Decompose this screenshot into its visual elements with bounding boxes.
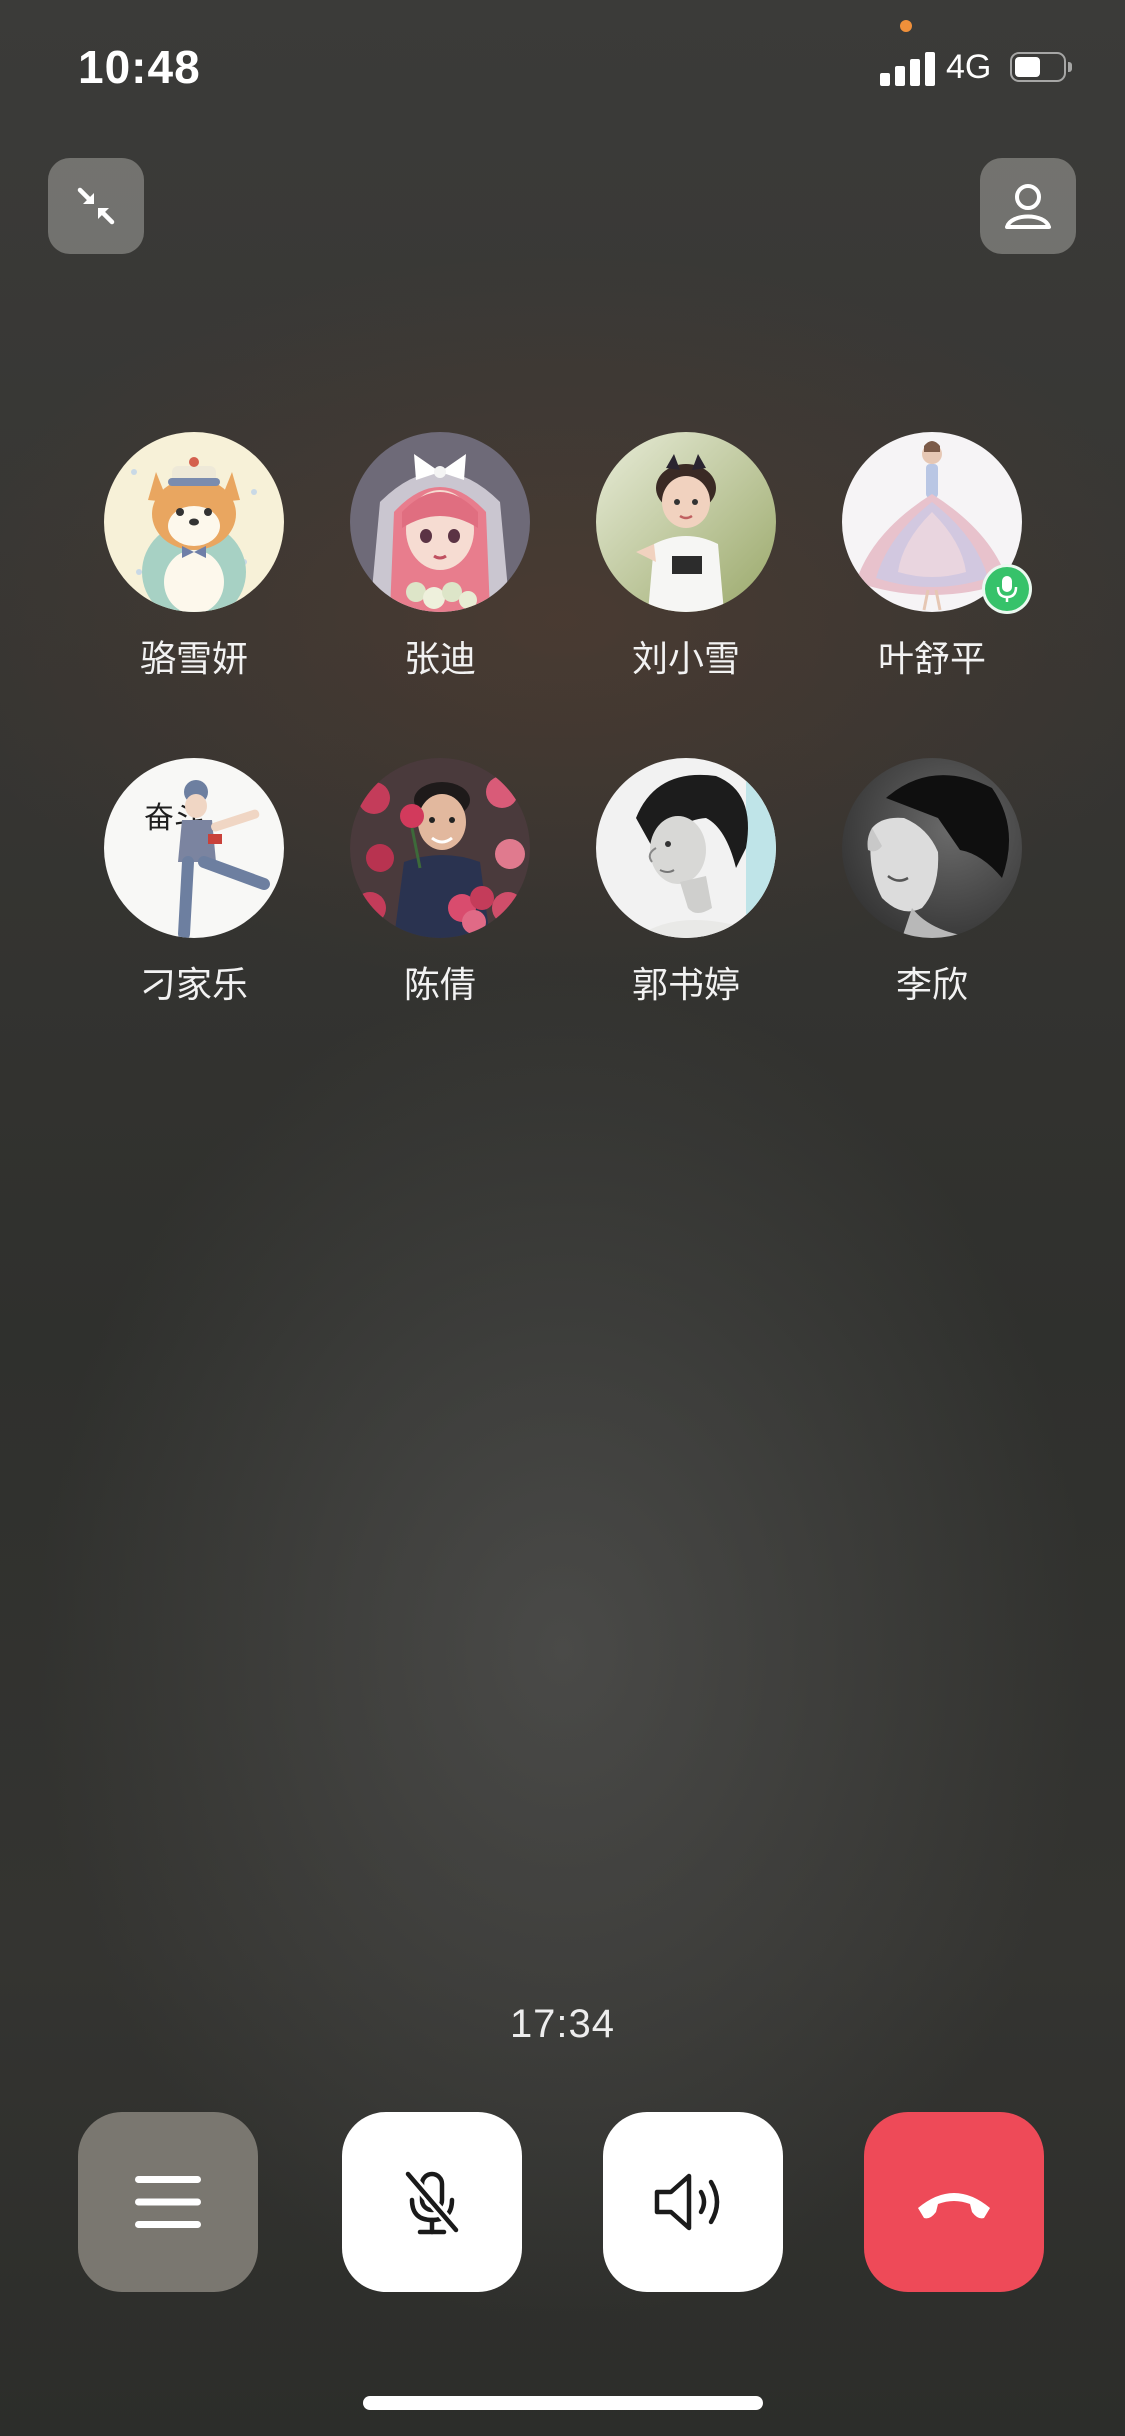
participant-name: 张迪 xyxy=(403,638,476,679)
network-type: 4G xyxy=(946,48,992,86)
minimize-call-button[interactable] xyxy=(48,158,144,254)
microphone-icon xyxy=(996,576,1018,602)
participant-tile[interactable]: 李欣 xyxy=(812,758,1052,1018)
participant-tile[interactable]: 骆雪妍 xyxy=(74,432,314,692)
participant-name: 郭书婷 xyxy=(631,964,740,1005)
menu-button[interactable] xyxy=(78,2112,258,2292)
minimize-arrows-icon xyxy=(77,187,115,225)
participant-tile[interactable]: 叶舒平 xyxy=(812,432,1052,692)
participant-name: 叶舒平 xyxy=(877,638,986,679)
participant-name: 陈倩 xyxy=(403,964,476,1005)
speaking-mic-badge xyxy=(982,564,1032,614)
mic-off-icon xyxy=(403,2169,461,2235)
privacy-indicator-dot xyxy=(900,20,912,32)
battery-icon xyxy=(1010,52,1074,84)
cellular-signal-icon xyxy=(880,50,936,86)
hangup-button[interactable] xyxy=(864,2112,1044,2292)
participant-tile[interactable]: 张迪 xyxy=(320,432,560,692)
call-duration: 17:34 xyxy=(509,2002,616,2046)
participant-name: 刘小雪 xyxy=(631,638,740,679)
avatar xyxy=(104,432,284,612)
speaker-button[interactable] xyxy=(603,2112,783,2292)
mute-button[interactable] xyxy=(342,2112,522,2292)
phone-hangup-icon xyxy=(918,2193,990,2219)
hamburger-icon xyxy=(135,2176,201,2228)
participant-name: 李欣 xyxy=(895,964,968,1005)
participant-name: 骆雪妍 xyxy=(139,638,248,679)
person-icon xyxy=(1005,184,1051,229)
participant-tile[interactable]: 奋斗 刁家乐 xyxy=(74,758,314,1018)
status-bar: 10:48 4G xyxy=(0,0,1125,130)
participant-tile[interactable]: 刘小雪 xyxy=(566,432,806,692)
avatar xyxy=(842,758,1022,938)
home-indicator[interactable] xyxy=(363,2396,763,2410)
participant-name: 刁家乐 xyxy=(139,964,248,1005)
avatar xyxy=(596,758,776,938)
avatar: 奋斗 xyxy=(104,758,284,938)
avatar xyxy=(350,758,530,938)
status-time: 10:48 xyxy=(78,41,201,93)
avatar xyxy=(350,432,530,612)
participant-tile[interactable]: 郭书婷 xyxy=(566,758,806,1018)
avatar xyxy=(596,432,776,612)
add-member-button[interactable] xyxy=(980,158,1076,254)
speaker-icon xyxy=(654,2173,720,2231)
participant-tile[interactable]: 陈倩 xyxy=(320,758,560,1018)
